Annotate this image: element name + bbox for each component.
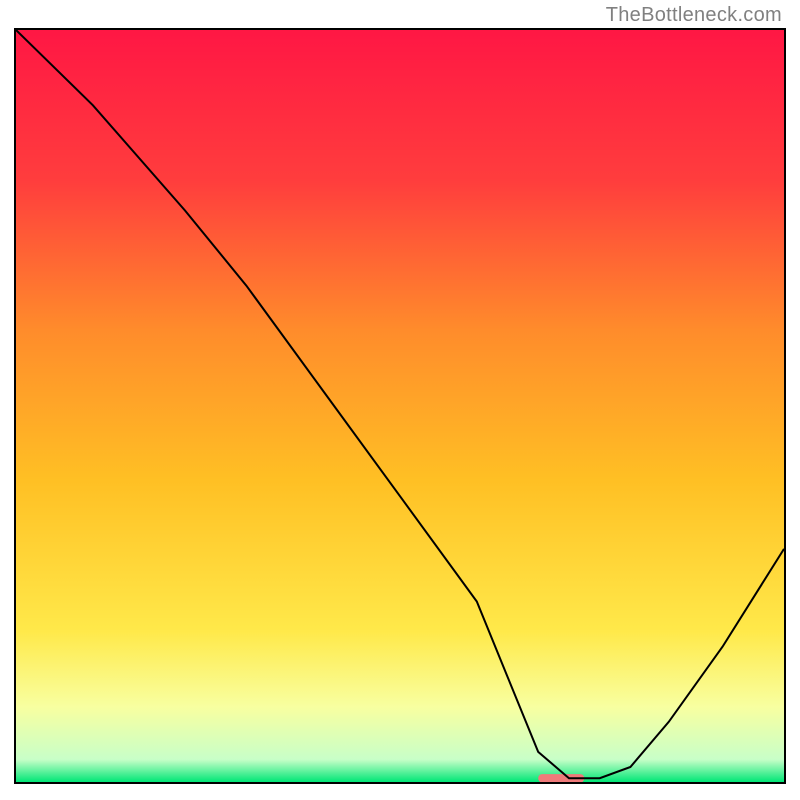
watermark-text: TheBottleneck.com bbox=[606, 4, 782, 27]
gradient-background bbox=[16, 30, 784, 782]
chart-canvas bbox=[16, 30, 784, 782]
chart-frame bbox=[14, 28, 786, 784]
chart-svg bbox=[16, 30, 784, 782]
